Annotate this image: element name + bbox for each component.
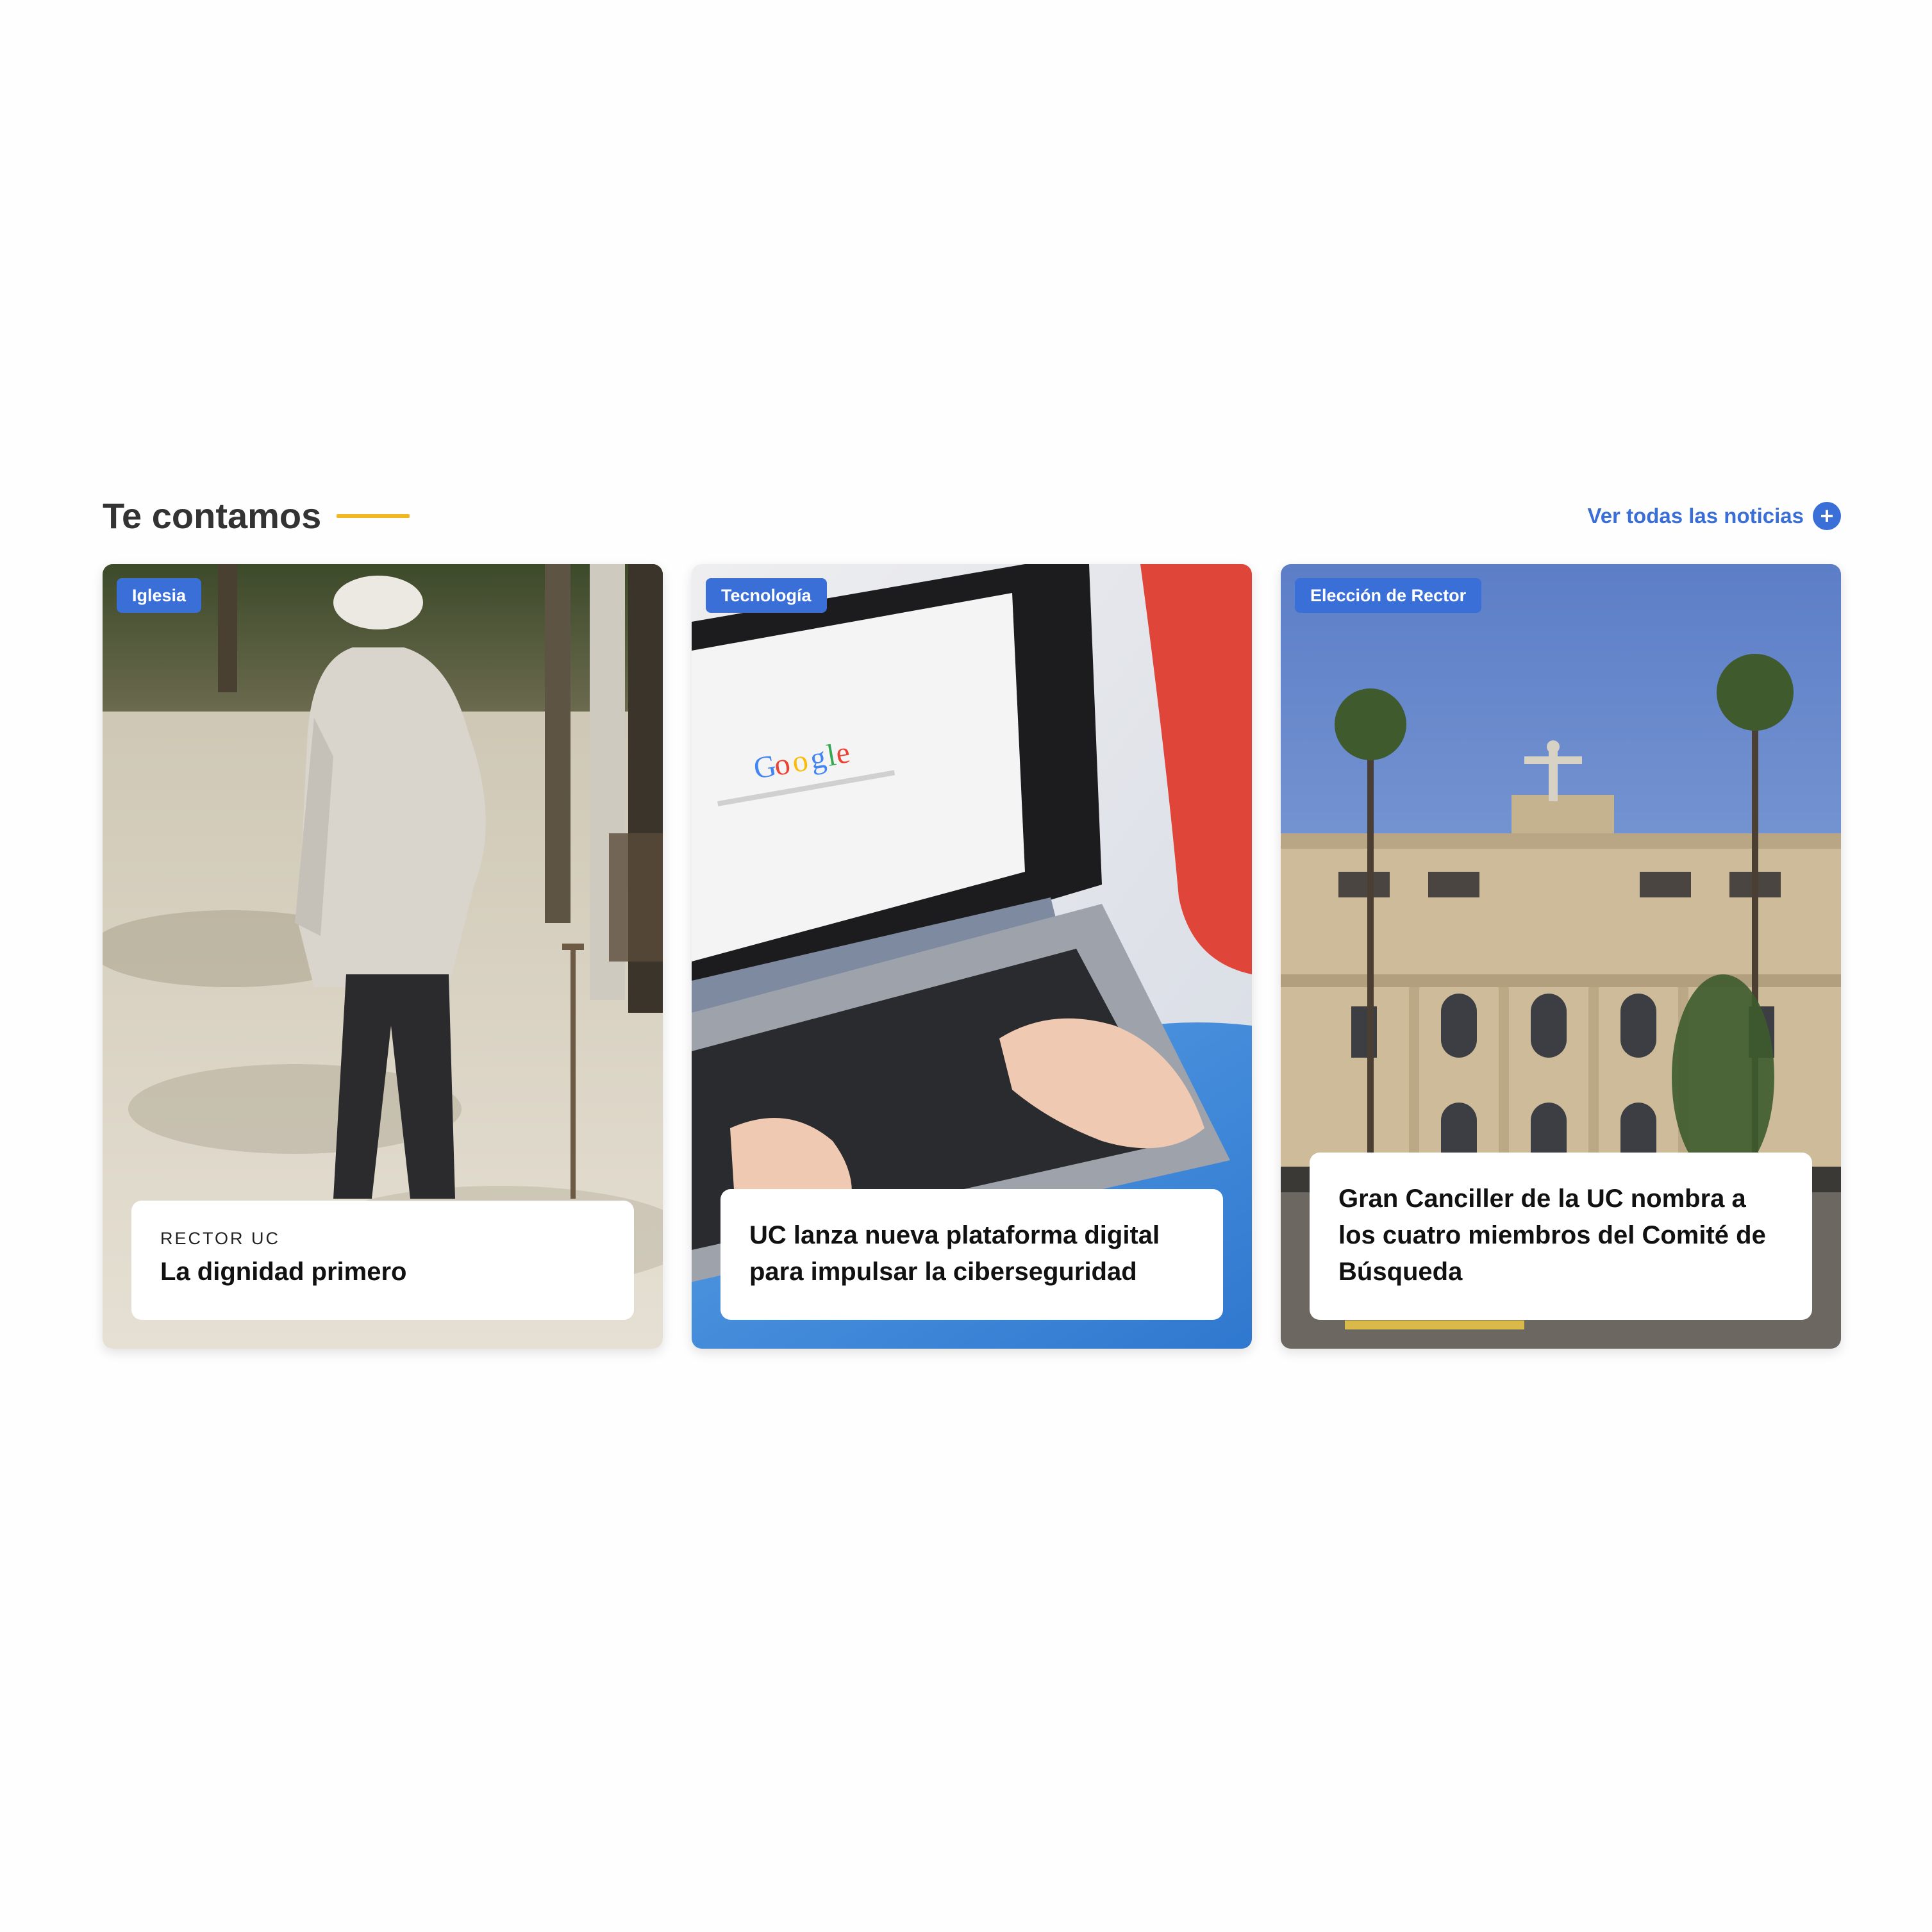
news-card-headline[interactable]: La dignidad primero — [160, 1254, 605, 1290]
news-card-caption: RECTOR UC La dignidad primero — [131, 1201, 634, 1320]
news-card-kicker: RECTOR UC — [160, 1229, 281, 1248]
news-card-caption: Gran Canciller de la UC nombra a los cua… — [1310, 1153, 1812, 1320]
news-card-headline[interactable]: UC lanza nueva plataforma digital para i… — [749, 1217, 1194, 1290]
category-badge[interactable]: Tecnología — [706, 578, 827, 613]
section-header: Te contamos Ver todas las noticias + — [103, 494, 1841, 538]
section-title: Te contamos — [103, 494, 410, 538]
category-badge[interactable]: Iglesia — [117, 578, 202, 613]
news-cards: Iglesia RECTOR UC La dignidad primero G … — [103, 564, 1841, 1349]
section-title-text: Te contamos — [103, 495, 322, 536]
news-card-eleccion-rector[interactable]: Elección de Rector Gran Canciller de la … — [1281, 564, 1841, 1349]
news-card-headline[interactable]: Gran Canciller de la UC nombra a los cua… — [1338, 1181, 1783, 1290]
see-all-news-link[interactable]: Ver todas las noticias + — [1588, 494, 1841, 538]
category-badge[interactable]: Elección de Rector — [1295, 578, 1482, 613]
plus-icon: + — [1813, 502, 1841, 530]
news-section: Te contamos Ver todas las noticias + Igl… — [103, 494, 1841, 1349]
see-all-news-label: Ver todas las noticias — [1587, 504, 1804, 528]
news-card-tecnologia[interactable]: G o o g l e Tecnología UC lanza nueva pl… — [692, 564, 1252, 1349]
title-accent-line — [337, 514, 410, 518]
news-card-iglesia[interactable]: Iglesia RECTOR UC La dignidad primero — [103, 564, 663, 1349]
news-card-caption: UC lanza nueva plataforma digital para i… — [720, 1189, 1223, 1320]
